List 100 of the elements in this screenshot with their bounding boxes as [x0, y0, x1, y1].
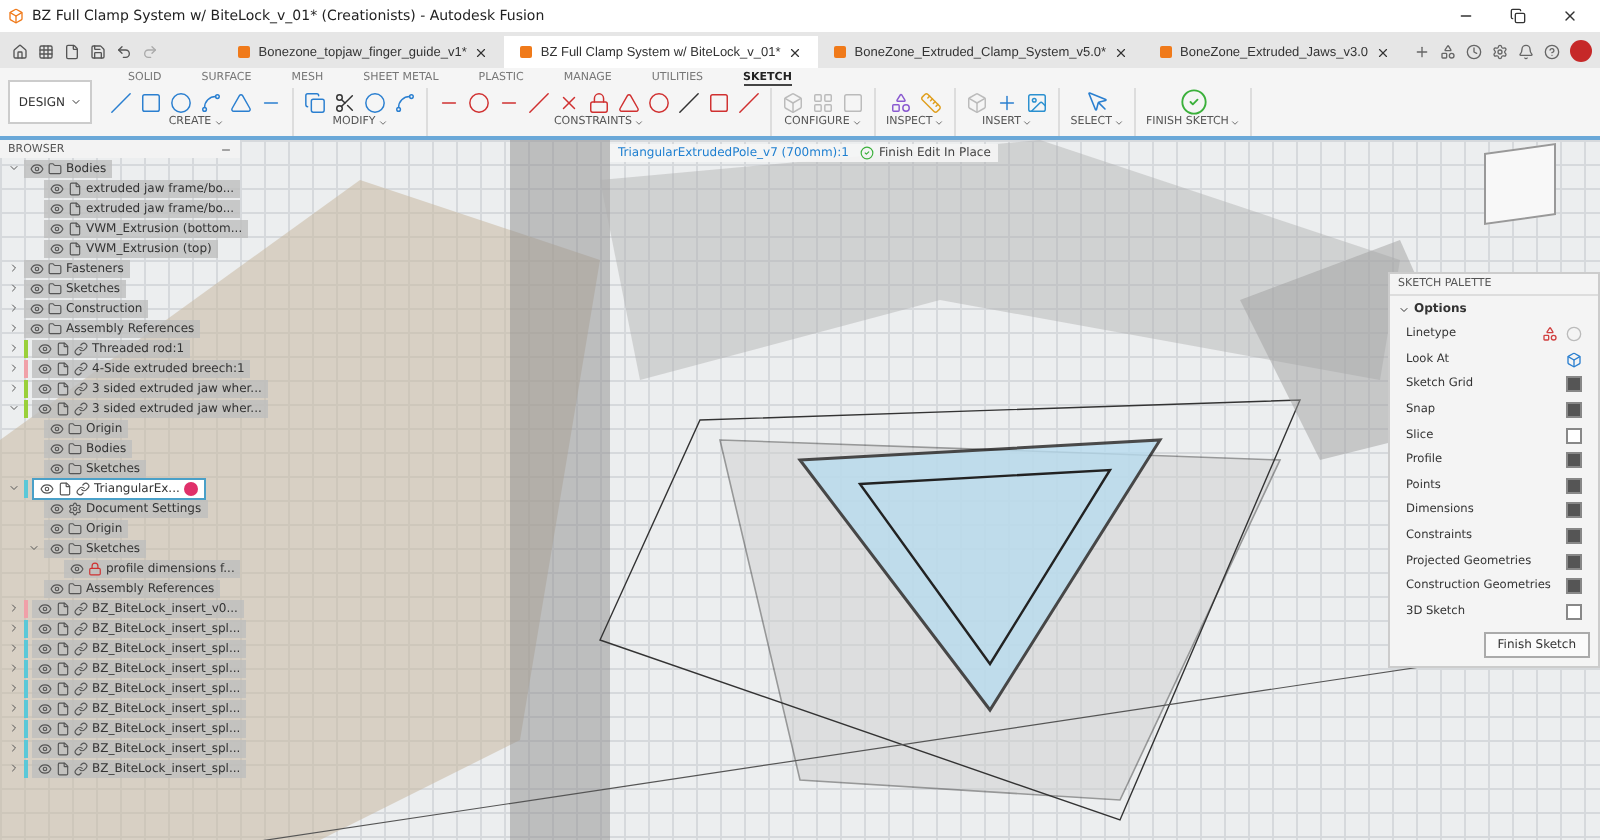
caret-icon — [213, 117, 224, 127]
avatar[interactable] — [1570, 40, 1592, 62]
line-icon[interactable] — [110, 91, 132, 113]
close-icon[interactable] — [1114, 45, 1129, 59]
collapse-caret-icon[interactable] — [8, 162, 20, 174]
link-icon — [74, 361, 88, 375]
new-tab-icon[interactable] — [1414, 43, 1430, 59]
checkbox[interactable] — [1566, 502, 1582, 519]
check-icon[interactable] — [1179, 88, 1208, 116]
triangle-icon[interactable] — [618, 91, 640, 113]
visibility-icon[interactable] — [30, 301, 44, 315]
checkbox[interactable] — [1566, 603, 1582, 620]
collapse-caret-icon[interactable] — [28, 542, 40, 554]
folder-icon — [68, 581, 82, 595]
visibility-icon[interactable] — [30, 281, 44, 295]
clock-icon[interactable] — [1466, 43, 1482, 59]
visibility-icon[interactable] — [50, 461, 64, 475]
visibility-icon[interactable] — [50, 421, 64, 435]
visibility-icon[interactable] — [38, 381, 52, 395]
close-icon[interactable] — [1562, 8, 1578, 24]
visibility-icon[interactable] — [38, 401, 52, 415]
component-icon — [56, 341, 70, 355]
checkbox[interactable] — [1566, 528, 1582, 545]
visibility-icon[interactable] — [38, 361, 52, 375]
shapes-icon[interactable] — [889, 91, 912, 113]
select-icon[interactable] — [1085, 90, 1110, 114]
ruler-icon[interactable] — [919, 91, 942, 113]
visibility-icon[interactable] — [50, 441, 64, 455]
visibility-icon[interactable] — [50, 581, 64, 595]
expand-caret-icon[interactable] — [8, 642, 20, 654]
checkbox[interactable] — [1566, 553, 1582, 570]
close-icon[interactable] — [1376, 45, 1390, 59]
save-icon[interactable] — [90, 44, 106, 60]
body-icon — [68, 241, 82, 255]
expand-caret-icon[interactable] — [8, 662, 20, 674]
close-icon[interactable] — [788, 45, 803, 59]
checkbox[interactable] — [1566, 477, 1582, 494]
visibility-icon[interactable] — [50, 201, 64, 215]
visibility-icon[interactable] — [38, 741, 52, 755]
grid-icon[interactable] — [38, 44, 54, 60]
visibility-icon[interactable] — [50, 221, 64, 235]
caret-icon — [1230, 117, 1241, 127]
home-icon[interactable] — [12, 44, 28, 60]
link-icon — [74, 381, 88, 395]
expand-caret-icon[interactable] — [8, 362, 20, 374]
curve-icon[interactable] — [394, 91, 416, 113]
checkbox[interactable] — [1566, 376, 1582, 393]
link-icon — [74, 641, 88, 655]
visibility-icon[interactable] — [38, 341, 52, 355]
visibility-icon[interactable] — [50, 541, 64, 555]
visibility-icon[interactable] — [38, 681, 52, 695]
checkbox[interactable] — [1566, 578, 1582, 595]
link-icon — [74, 341, 88, 355]
visibility-icon[interactable] — [38, 701, 52, 715]
look-at-icon[interactable] — [1566, 351, 1582, 368]
circle-icon[interactable] — [170, 91, 192, 113]
undo-icon[interactable] — [116, 44, 132, 60]
visibility-icon[interactable] — [30, 161, 44, 175]
visibility-icon[interactable] — [50, 241, 64, 255]
close-icon[interactable] — [474, 45, 489, 59]
bell-icon[interactable] — [1518, 43, 1534, 59]
visibility-icon[interactable] — [40, 481, 54, 495]
restore-icon[interactable] — [1510, 8, 1526, 24]
visibility-icon[interactable] — [50, 521, 64, 535]
visibility-icon[interactable] — [50, 181, 64, 195]
visibility-icon[interactable] — [38, 761, 52, 775]
view-cube[interactable] — [1484, 142, 1556, 226]
settings-icon[interactable] — [1492, 43, 1508, 59]
visibility-icon[interactable] — [70, 561, 84, 575]
folder-icon — [68, 421, 82, 435]
help-icon[interactable] — [1544, 43, 1560, 59]
scissors-icon[interactable] — [334, 91, 356, 113]
checkbox[interactable] — [1566, 452, 1582, 469]
expand-caret-icon[interactable] — [8, 342, 20, 354]
visibility-icon[interactable] — [38, 621, 52, 635]
collapse-icon[interactable] — [220, 143, 232, 155]
expand-caret-icon[interactable] — [8, 262, 20, 274]
visibility-icon[interactable] — [38, 641, 52, 655]
visibility-icon[interactable] — [30, 261, 44, 275]
visibility-icon[interactable] — [30, 321, 44, 335]
spline-icon[interactable] — [200, 91, 222, 113]
visibility-icon[interactable] — [38, 721, 52, 735]
visibility-icon[interactable] — [50, 501, 64, 515]
visibility-icon[interactable] — [38, 601, 52, 615]
lock-icon[interactable] — [588, 91, 610, 113]
checkbox[interactable] — [1566, 402, 1582, 419]
image-icon[interactable] — [1026, 91, 1049, 113]
triangle-icon[interactable] — [230, 91, 252, 113]
folder-icon — [48, 281, 62, 295]
expand-caret-icon[interactable] — [8, 322, 20, 334]
rectangle-icon[interactable] — [140, 91, 162, 113]
checkbox[interactable] — [1566, 427, 1582, 444]
collapse-caret-icon[interactable] — [8, 402, 20, 414]
expand-caret-icon[interactable] — [8, 762, 20, 774]
file-icon[interactable] — [64, 44, 80, 60]
link-icon — [74, 681, 88, 695]
visibility-icon[interactable] — [38, 661, 52, 675]
expand-caret-icon[interactable] — [8, 302, 20, 314]
expand-caret-icon[interactable] — [8, 382, 20, 394]
expand-caret-icon[interactable] — [8, 282, 20, 294]
